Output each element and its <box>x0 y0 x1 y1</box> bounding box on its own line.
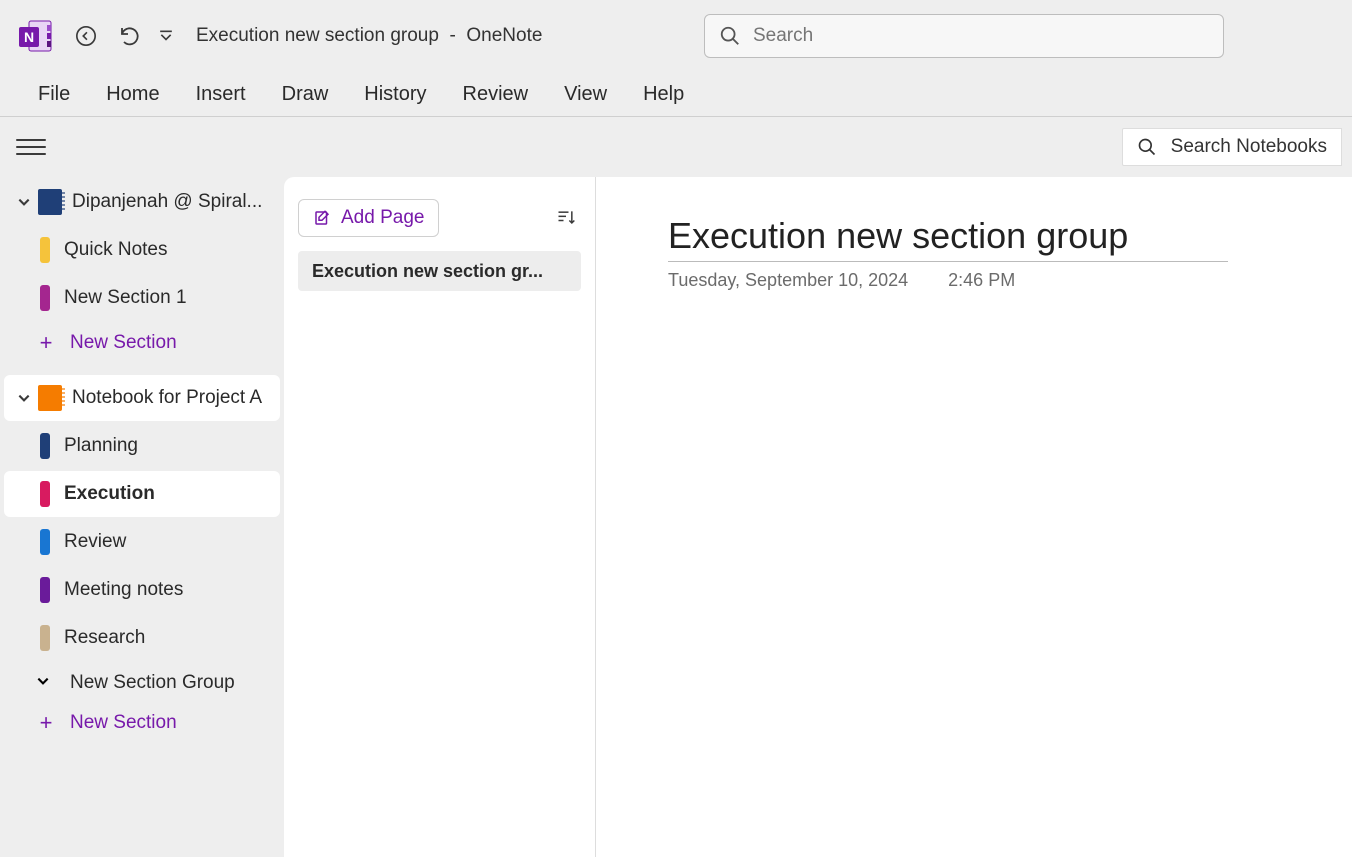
section-item-selected[interactable]: Execution <box>4 471 280 517</box>
add-section-button[interactable]: + New Section <box>0 703 284 743</box>
notebook-item[interactable]: Dipanjenah @ Spiral... <box>4 179 280 225</box>
section-color-tab <box>40 237 50 263</box>
page-time: 2:46 PM <box>948 270 1015 291</box>
plus-icon: + <box>36 713 56 733</box>
ribbon-tab-draw[interactable]: Draw <box>264 72 347 116</box>
onenote-app-icon: N <box>18 18 54 54</box>
back-button[interactable] <box>68 18 104 54</box>
section-item[interactable]: Planning <box>4 423 280 469</box>
section-item[interactable]: Meeting notes <box>4 567 280 613</box>
ribbon-tabs: File Home Insert Draw History Review Vie… <box>0 72 1352 117</box>
search-icon <box>719 25 741 47</box>
notebook-item[interactable]: Notebook for Project A <box>4 375 280 421</box>
section-group-label: New Section Group <box>70 672 284 694</box>
section-group-item[interactable]: New Section Group <box>0 663 284 703</box>
notebook-icon <box>38 385 62 411</box>
page-meta: Tuesday, September 10, 2024 2:46 PM <box>668 270 1352 291</box>
quick-access-dropdown[interactable] <box>152 18 180 54</box>
section-label: Planning <box>64 435 270 457</box>
section-color-tab <box>40 481 50 507</box>
add-section-button[interactable]: + New Section <box>0 323 284 363</box>
add-page-label: Add Page <box>341 207 424 229</box>
page-list-item-selected[interactable]: Execution new section gr... <box>298 251 581 291</box>
section-color-tab <box>40 529 50 555</box>
subbar: Search Notebooks <box>0 117 1352 177</box>
ribbon-tab-view[interactable]: View <box>546 72 625 116</box>
sort-pages-button[interactable] <box>551 203 581 233</box>
add-section-label: New Section <box>70 332 284 354</box>
plus-icon: + <box>36 333 56 353</box>
page-title-input[interactable]: Execution new section group <box>668 215 1228 262</box>
add-section-label: New Section <box>70 712 284 734</box>
section-item[interactable]: Research <box>4 615 280 661</box>
notebook-sidebar: Dipanjenah @ Spiral... Quick Notes New S… <box>0 177 284 857</box>
page-list-pane: Add Page Execution new section gr... <box>284 177 596 857</box>
ribbon-tab-history[interactable]: History <box>346 72 444 116</box>
notebook-label: Dipanjenah @ Spiral... <box>72 191 270 213</box>
search-icon <box>1137 137 1157 157</box>
page-canvas[interactable]: Execution new section group Tuesday, Sep… <box>596 177 1352 857</box>
titlebar: N Execution new section group - OneNote <box>0 0 1352 72</box>
undo-button[interactable] <box>112 18 148 54</box>
search-notebooks-label: Search Notebooks <box>1171 136 1327 158</box>
page-date: Tuesday, September 10, 2024 <box>668 270 908 291</box>
section-item[interactable]: New Section 1 <box>4 275 280 321</box>
section-label: New Section 1 <box>64 287 270 309</box>
ribbon-tab-help[interactable]: Help <box>625 72 702 116</box>
section-label: Execution <box>64 483 270 505</box>
section-color-tab <box>40 433 50 459</box>
search-input[interactable] <box>753 25 1209 47</box>
chevron-down-icon <box>14 391 34 405</box>
section-label: Review <box>64 531 270 553</box>
ribbon-tab-file[interactable]: File <box>20 72 88 116</box>
ribbon-tab-review[interactable]: Review <box>445 72 547 116</box>
ribbon-tab-home[interactable]: Home <box>88 72 177 116</box>
svg-text:N: N <box>24 29 34 45</box>
search-box[interactable] <box>704 14 1224 58</box>
section-label: Quick Notes <box>64 239 270 261</box>
section-color-tab <box>40 577 50 603</box>
section-label: Research <box>64 627 270 649</box>
section-item[interactable]: Quick Notes <box>4 227 280 273</box>
section-color-tab <box>40 285 50 311</box>
ribbon-tab-insert[interactable]: Insert <box>178 72 264 116</box>
sort-icon <box>556 208 576 228</box>
add-page-button[interactable]: Add Page <box>298 199 439 237</box>
chevron-down-icon <box>36 674 56 693</box>
section-item[interactable]: Review <box>4 519 280 565</box>
window-title: Execution new section group - OneNote <box>196 25 542 47</box>
chevron-down-icon <box>14 195 34 209</box>
page-title-label: Execution new section gr... <box>312 261 543 282</box>
search-notebooks-button[interactable]: Search Notebooks <box>1122 128 1342 166</box>
section-color-tab <box>40 625 50 651</box>
main-content: Dipanjenah @ Spiral... Quick Notes New S… <box>0 177 1352 857</box>
notebook-label: Notebook for Project A <box>72 387 270 409</box>
add-page-icon <box>313 209 331 227</box>
navigation-toggle-button[interactable] <box>16 132 46 162</box>
notebook-icon <box>38 189 62 215</box>
section-label: Meeting notes <box>64 579 270 601</box>
